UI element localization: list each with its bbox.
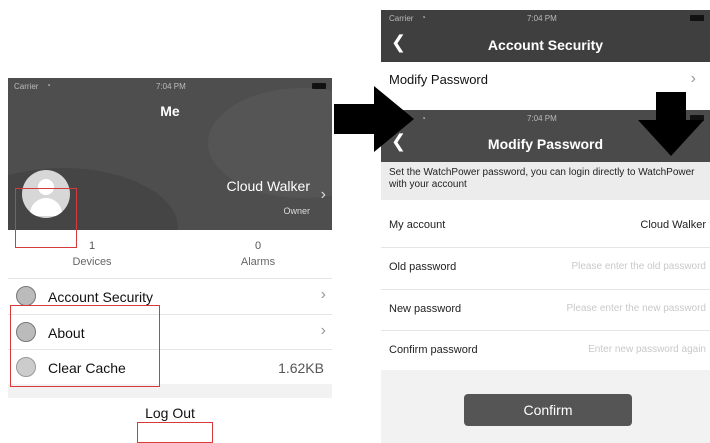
page-title: Account Security [487,37,604,53]
highlight-box [15,188,77,248]
field-label: Old password [389,261,457,273]
cache-size: 1.62KB [278,360,324,376]
form-row-account: My account Cloud Walker [381,206,710,247]
status-time: 7:04 PM [527,14,557,23]
field-label: New password [389,303,462,315]
chevron-right-icon: › [320,286,326,303]
confirm-button[interactable]: Confirm [464,394,632,426]
highlight-box [137,422,213,443]
devices-label[interactable]: Devices [42,256,142,268]
profile-chevron-icon[interactable]: › [321,186,326,204]
nav-bar: Carrier ◔ 7:04 PM ❮ Account Security [381,10,710,62]
battery-icon [690,15,704,21]
battery-icon [312,83,326,89]
info-note: Set the WatchPower password, you can log… [381,162,710,200]
page-title: Me [160,103,180,119]
arrow-down-icon [638,92,704,156]
user-role: Owner [283,206,310,216]
form-row-confirm-password: Confirm password Enter new password agai… [381,331,710,372]
form-row-new-password: New password Please enter the new passwo… [381,290,710,331]
wifi-icon: ◔ [421,114,426,123]
highlight-box [10,305,160,387]
confirm-password-input[interactable]: Enter new password again [588,344,706,355]
form-row-old-password: Old password Please enter the old passwo… [381,248,710,289]
carrier-label: Carrier [389,14,414,23]
old-password-input[interactable]: Please enter the old password [571,261,706,272]
menu-item-label: Account Security [48,289,154,305]
wifi-icon: ◔ [421,13,426,22]
chevron-right-icon: › [320,322,326,339]
arrow-right-icon [334,86,414,152]
carrier-label: Carrier [14,82,39,91]
wifi-icon: ◔ [46,81,51,90]
modify-password-screen: ◔ 7:04 PM ❮ Modify Password Set the Watc… [381,110,710,443]
field-label: My account [389,219,446,231]
status-time: 7:04 PM [527,114,557,123]
alarms-label[interactable]: Alarms [208,256,308,268]
modify-password-item[interactable]: Modify Password [389,72,488,87]
chevron-right-icon[interactable]: › [691,70,696,88]
account-value: Cloud Walker [640,219,706,231]
field-label: Confirm password [389,344,478,356]
shield-icon [16,286,36,306]
new-password-input[interactable]: Please enter the new password [566,303,706,314]
user-name[interactable]: Cloud Walker [226,178,310,194]
status-time: 7:04 PM [156,82,186,91]
alarms-count[interactable]: 0 [208,240,308,252]
